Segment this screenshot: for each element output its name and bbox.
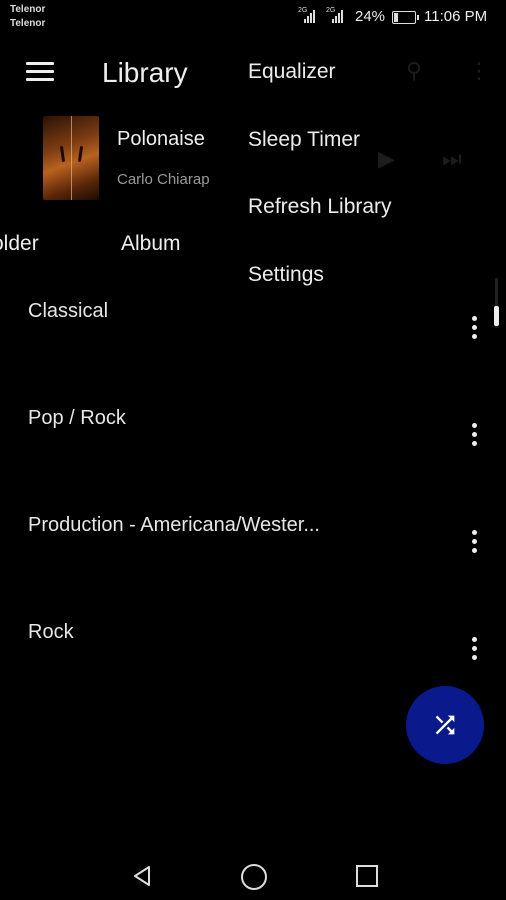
genre-label: Production - Americana/Wester... [28,514,320,536]
list-item-genre[interactable]: Classical [0,300,506,407]
tab-folder[interactable]: older [0,232,39,256]
back-icon[interactable] [130,864,154,888]
menu-item-sleep-timer[interactable]: Sleep Timer [248,128,360,152]
now-playing-title[interactable]: Polonaise [117,128,205,151]
more-vert-icon[interactable] [466,637,482,665]
tab-album[interactable]: Album [121,232,181,256]
menu-item-refresh-library[interactable]: Refresh Library [248,195,392,219]
list-item-genre[interactable]: Production - Americana/Wester... [0,514,506,621]
status-bar: Telenor Telenor 2G 2G 24% 11:06 PM [0,0,506,34]
genre-label: Rock [28,621,74,643]
shuffle-button[interactable] [406,686,484,764]
system-nav-bar [0,845,506,900]
battery-percent: 24% [355,8,386,25]
overflow-menu: Equalizer Sleep Timer Refresh Library Se… [232,40,506,310]
list-item-genre[interactable]: Pop / Rock [0,407,506,514]
recents-icon[interactable] [356,865,378,887]
carrier-1: Telenor [10,4,46,15]
signal-2-icon: 2G [326,7,348,23]
signal-1-icon: 2G [298,7,320,23]
battery-icon [392,11,419,24]
clock: 11:06 PM [424,8,488,25]
more-vert-icon[interactable] [466,530,482,558]
menu-item-equalizer[interactable]: Equalizer [248,60,336,84]
more-vert-icon[interactable] [466,423,482,451]
hamburger-menu-icon[interactable] [26,62,54,84]
menu-item-settings[interactable]: Settings [248,263,324,287]
home-icon[interactable] [241,864,267,890]
page-title: Library [102,57,188,88]
more-vert-icon[interactable] [466,316,482,344]
genre-label: Classical [28,300,109,322]
shuffle-icon [435,715,455,735]
carrier-2: Telenor [10,18,46,29]
album-art[interactable] [43,116,99,200]
now-playing-artist: Carlo Chiarap [117,171,210,188]
genre-label: Pop / Rock [28,407,126,429]
